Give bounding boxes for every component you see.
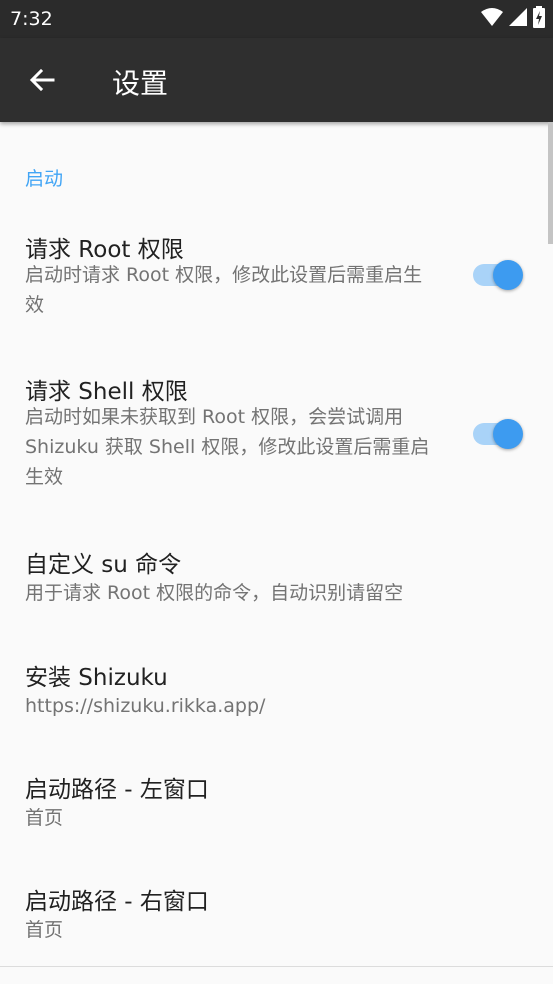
pref-summary: 首页: [25, 807, 64, 829]
arrow-back-icon: [29, 68, 55, 92]
pref-title: 请求 Shell 权限: [25, 379, 188, 405]
pref-title: 请求 Root 权限: [25, 237, 184, 263]
pref-title: 安装 Shizuku: [25, 665, 168, 691]
pref-request-shell[interactable]: 请求 Shell 权限 启动时如果未获取到 Root 权限，会尝试调用 Shiz…: [0, 354, 553, 504]
pref-summary: 首页: [25, 919, 64, 941]
section-header-startup: 启动: [25, 168, 64, 190]
battery-icon: [533, 6, 545, 32]
signal-icon: [509, 8, 527, 30]
pref-summary: 启动时请求 Root 权限，修改此设置后需重启生效: [25, 264, 423, 316]
pref-summary: 用于请求 Root 权限的命令，自动识别请留空: [25, 582, 404, 604]
back-button[interactable]: [22, 60, 62, 100]
pref-launch-path-right[interactable]: 启动路径 - 右窗口 首页: [0, 864, 553, 964]
request-root-toggle[interactable]: [473, 257, 523, 290]
status-time: 7:32: [10, 8, 53, 30]
toggle-thumb: [493, 260, 523, 290]
pref-install-shizuku[interactable]: 安装 Shizuku https://shizuku.rikka.app/: [0, 640, 553, 740]
pref-summary: 启动时如果未获取到 Root 权限，会尝试调用 Shizuku 获取 Shell…: [25, 406, 430, 488]
pref-title: 启动路径 - 左窗口: [25, 777, 209, 803]
pref-summary: https://shizuku.rikka.app/: [25, 695, 266, 717]
pref-custom-su[interactable]: 自定义 su 命令 用于请求 Root 权限的命令，自动识别请留空: [0, 527, 553, 627]
request-shell-toggle[interactable]: [473, 416, 523, 449]
status-bar: 7:32: [0, 0, 553, 38]
scrollbar[interactable]: [548, 122, 553, 244]
status-icons: [481, 6, 545, 32]
pref-request-root[interactable]: 请求 Root 权限 启动时请求 Root 权限，修改此设置后需重启生效: [0, 212, 553, 332]
wifi-icon: [481, 8, 503, 30]
pref-title: 启动路径 - 右窗口: [25, 889, 209, 915]
pref-launch-path-left[interactable]: 启动路径 - 左窗口 首页: [0, 752, 553, 852]
pref-title: 自定义 su 命令: [25, 552, 182, 578]
divider: [0, 966, 553, 967]
toggle-thumb: [493, 419, 523, 449]
page-title: 设置: [112, 67, 169, 100]
app-bar: 设置: [0, 38, 553, 122]
